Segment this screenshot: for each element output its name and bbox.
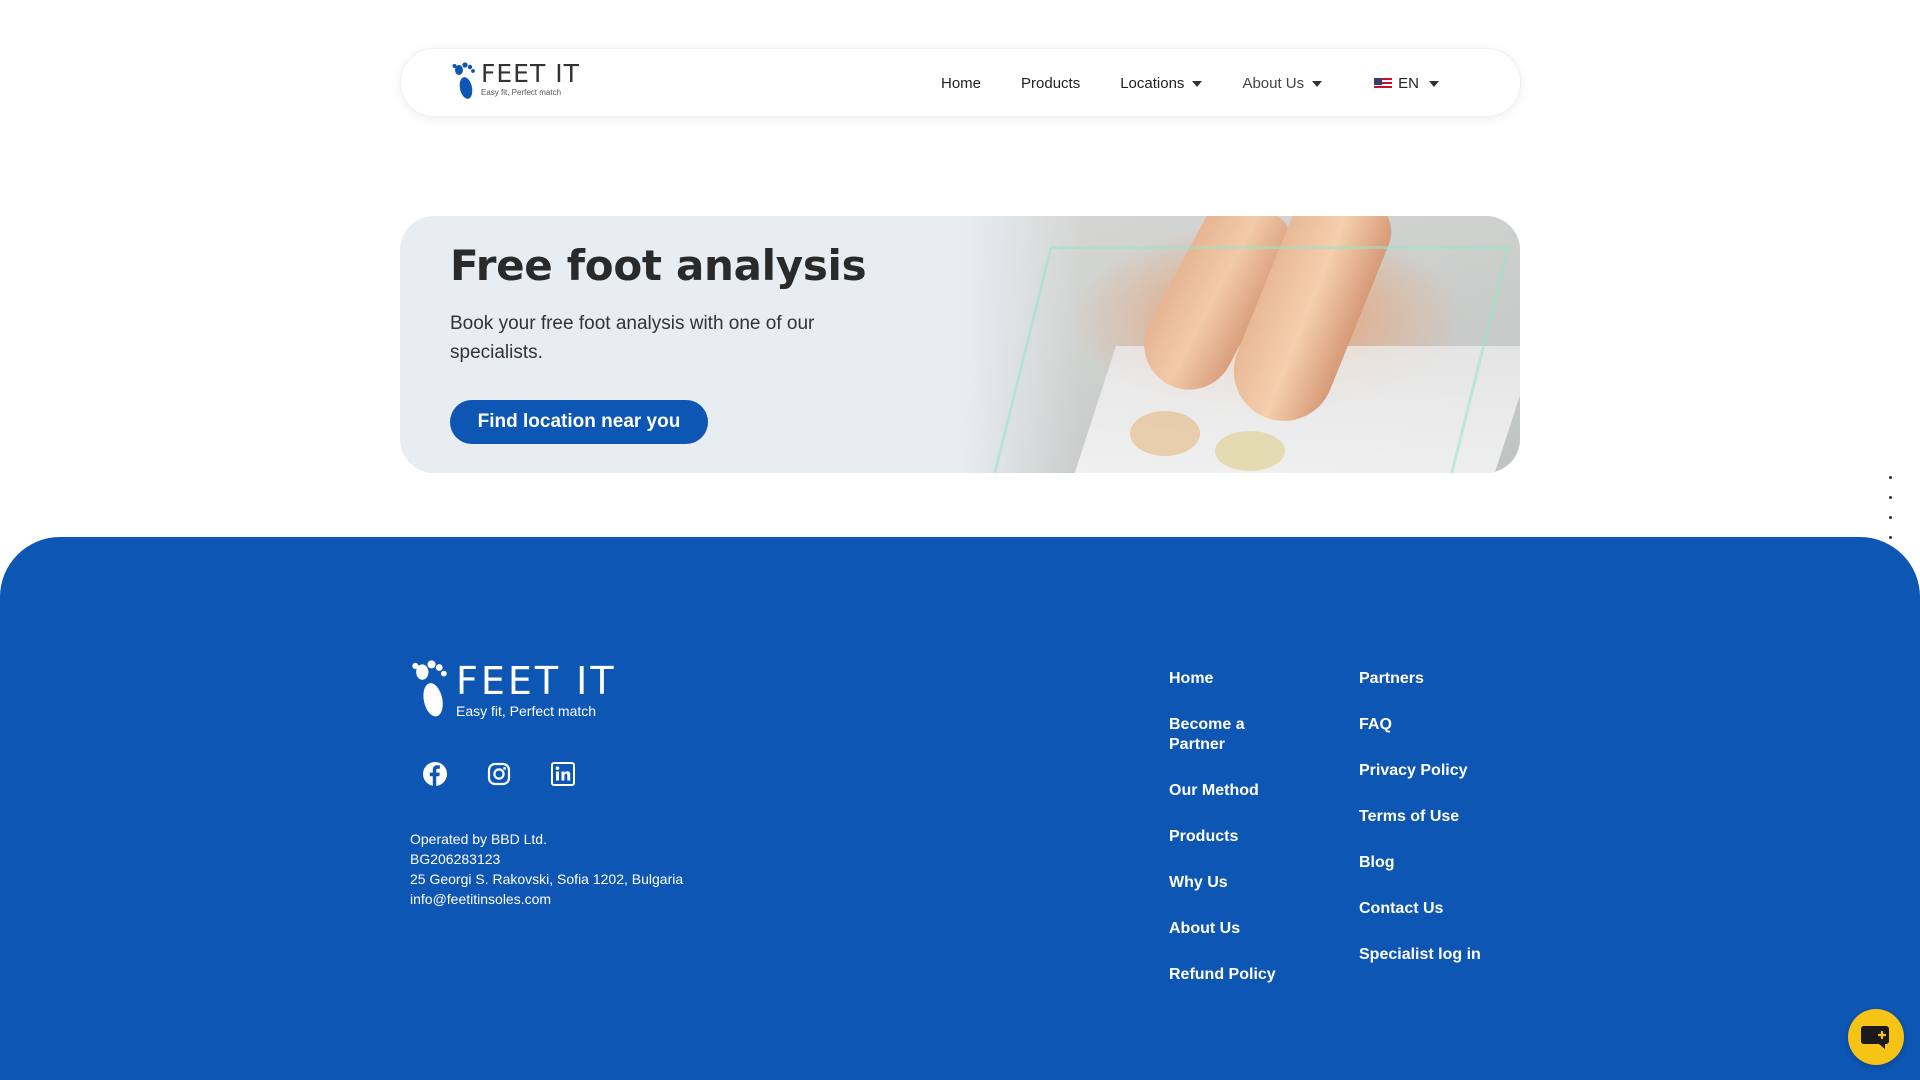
company-info: Operated by BBD Ltd. BG206283123 25 Geor…	[410, 829, 683, 909]
chat-button[interactable]	[1848, 1009, 1904, 1065]
site-footer: FEET IT Easy fit, Perfect match Operated…	[0, 537, 1920, 1080]
footer-link-specialist-login[interactable]: Specialist log in	[1359, 945, 1519, 965]
header-logo[interactable]: FEET IT Easy fit, Perfect match	[451, 61, 580, 101]
language-label: EN	[1398, 75, 1419, 92]
footprint-icon	[412, 660, 447, 717]
linkedin-icon	[551, 762, 575, 786]
chevron-down-icon	[1192, 80, 1203, 87]
nav-about-us-label: About Us	[1242, 75, 1305, 92]
footprint-icon	[452, 62, 475, 99]
operator-text: Operated by BBD Ltd.	[410, 831, 547, 847]
footer-link-become-partner[interactable]: Become a Partner	[1169, 715, 1264, 755]
footer-link-products[interactable]: Products	[1169, 827, 1329, 847]
section-dot[interactable]	[1888, 516, 1892, 519]
instagram-link[interactable]	[484, 759, 514, 789]
find-location-button[interactable]: Find location near you	[450, 400, 708, 444]
footer-link-our-method[interactable]: Our Method	[1169, 781, 1329, 801]
nav-about-us[interactable]: About Us	[1242, 75, 1323, 92]
address-text: 25 Georgi S. Rakovski, Sofia 1202, Bulga…	[410, 871, 684, 887]
footer-link-faq[interactable]: FAQ	[1359, 715, 1519, 735]
top-navbar: FEET IT Easy fit, Perfect match Home Pro…	[400, 48, 1521, 117]
scanner-frame	[990, 246, 1510, 473]
nav-locations[interactable]: Locations	[1120, 75, 1203, 92]
nav-products[interactable]: Products	[1021, 75, 1080, 92]
footer-link-partners[interactable]: Partners	[1359, 669, 1519, 689]
nav-home[interactable]: Home	[941, 75, 981, 92]
footer-logo[interactable]: FEET IT Easy fit, Perfect match	[410, 657, 617, 721]
section-dot[interactable]	[1888, 496, 1892, 499]
logo-tagline: Easy fit, Perfect match	[481, 88, 562, 97]
chat-icon	[1861, 1026, 1889, 1049]
facebook-link[interactable]	[420, 759, 450, 789]
chevron-down-icon	[1428, 80, 1439, 87]
us-flag-icon	[1374, 77, 1393, 90]
footer-logo-wordmark: FEET IT	[456, 659, 617, 703]
footer-link-terms-of-use[interactable]: Terms of Use	[1359, 807, 1519, 827]
footer-link-about-us[interactable]: About Us	[1169, 919, 1329, 939]
footer-link-home[interactable]: Home	[1169, 669, 1329, 689]
section-dot[interactable]	[1888, 536, 1892, 539]
main-nav: Home Products Locations About Us EN	[941, 49, 1439, 118]
hero-banner: Free foot analysis Book your free foot a…	[400, 216, 1520, 473]
nav-home-label: Home	[941, 75, 982, 92]
facebook-icon	[423, 762, 447, 786]
hero-subtitle: Book your free foot analysis with one of…	[450, 313, 815, 363]
email-link[interactable]: info@feetitinsoles.com	[410, 889, 683, 909]
nav-products-label: Products	[1021, 75, 1081, 92]
footer-link-why-us[interactable]: Why Us	[1169, 873, 1329, 893]
footer-link-contact-us[interactable]: Contact Us	[1359, 899, 1519, 919]
linkedin-link[interactable]	[548, 759, 578, 789]
section-dot[interactable]	[1888, 476, 1892, 479]
nav-locations-label: Locations	[1120, 75, 1185, 92]
footer-logo-tagline: Easy fit, Perfect match	[456, 703, 597, 719]
language-selector[interactable]: EN	[1374, 75, 1439, 92]
chevron-down-icon	[1312, 80, 1323, 87]
vat-number: BG206283123	[410, 851, 501, 867]
footer-link-privacy-policy[interactable]: Privacy Policy	[1359, 761, 1519, 781]
footer-link-blog[interactable]: Blog	[1359, 853, 1519, 873]
instagram-icon	[487, 762, 511, 786]
footer-links-col-2: Partners FAQ Privacy Policy Terms of Use…	[1359, 669, 1519, 991]
logo-wordmark: FEET IT	[481, 59, 580, 88]
hero-feet-image	[960, 216, 1520, 473]
footer-link-refund-policy[interactable]: Refund Policy	[1169, 965, 1329, 985]
hero-title: Free foot analysis	[450, 241, 867, 290]
social-links	[420, 759, 612, 789]
footer-links-col-1: Home Become a Partner Our Method Product…	[1169, 669, 1329, 1011]
